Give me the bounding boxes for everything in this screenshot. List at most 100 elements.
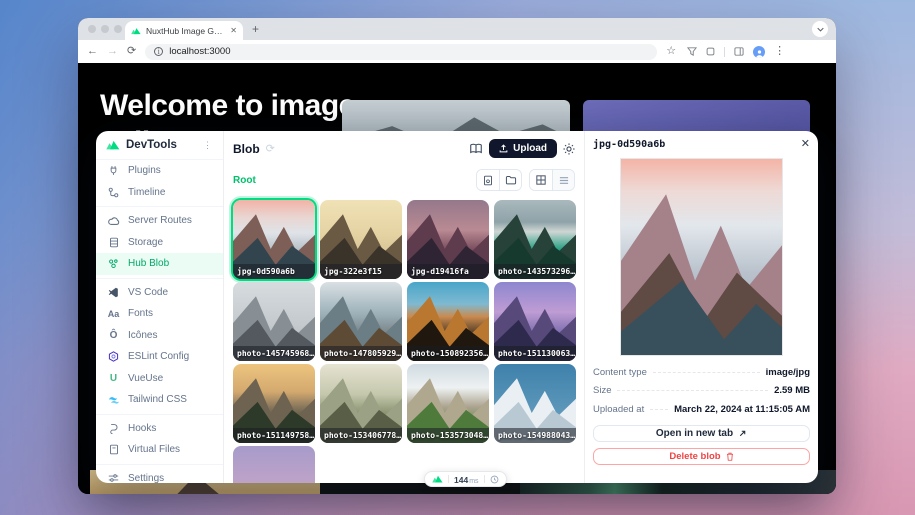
sidebar-item-timeline[interactable]: Timeline: [96, 182, 223, 204]
browser-toolbar: ← → ⟳ i localhost:3000 ☆ ⋮: [78, 40, 836, 63]
sidebar-item-label: Virtual Files: [128, 444, 180, 455]
blob-card[interactable]: photo-153573048…: [407, 364, 489, 443]
sidebar-item-label: Storage: [128, 237, 163, 248]
sidebar-item-virtual-files[interactable]: Virtual Files: [96, 439, 223, 461]
breadcrumb-root[interactable]: Root: [233, 175, 256, 186]
new-tab-button[interactable]: +: [252, 22, 259, 36]
file-icon: [107, 444, 120, 455]
tailwind-icon: [107, 396, 120, 404]
devtools-toggle-pill[interactable]: 144ms: [424, 471, 507, 487]
grid-view-icon[interactable]: [530, 170, 552, 190]
vueuse-icon: U: [107, 373, 120, 384]
blob-header: Blob ⟳ Upload Root: [224, 131, 584, 191]
blob-card[interactable]: [233, 446, 315, 483]
docs-book-icon[interactable]: [469, 143, 483, 154]
blob-card-label: photo-154988043…: [494, 428, 576, 443]
blob-card-label: photo-143573296…: [494, 264, 576, 279]
sidebar-divider: [96, 464, 223, 465]
site-info-icon[interactable]: i: [154, 47, 163, 56]
address-bar[interactable]: i localhost:3000: [145, 44, 657, 60]
side-panel-icon[interactable]: [734, 47, 744, 56]
open-in-new-tab-button[interactable]: Open in new tab: [593, 425, 810, 442]
tab-search-button[interactable]: [812, 21, 828, 37]
sidebar-item-label: Server Routes: [128, 215, 192, 226]
blob-card[interactable]: photo-154988043…: [494, 364, 576, 443]
reload-icon[interactable]: ⟳: [127, 46, 136, 57]
devtools-brand: DevTools: [126, 139, 197, 151]
blob-card[interactable]: photo-151149758…: [233, 364, 315, 443]
delete-label: Delete blob: [669, 451, 720, 462]
thumbnail-image: [233, 446, 315, 483]
upload-button[interactable]: Upload: [489, 139, 557, 158]
blob-card-label: photo-153406778…: [320, 428, 402, 443]
sidebar-item-label: Plugins: [128, 165, 161, 176]
devtools-menu-icon[interactable]: ⋮: [203, 140, 213, 151]
theme-sun-icon[interactable]: [563, 143, 575, 155]
blob-card[interactable]: photo-147805929…: [320, 282, 402, 361]
blob-card[interactable]: photo-150892356…: [407, 282, 489, 361]
sidebar-item-storage[interactable]: Storage: [96, 232, 223, 254]
sidebar-item-label: Tailwind CSS: [128, 394, 187, 405]
browser-tab[interactable]: NuxtHub Image Gallery Starte ✕: [125, 21, 243, 40]
meta-value: March 22, 2024 at 11:15:05 AM: [674, 404, 810, 415]
refresh-icon[interactable]: ⟳: [266, 142, 275, 155]
close-window-button[interactable]: [88, 25, 96, 33]
blob-card[interactable]: photo-153406778…: [320, 364, 402, 443]
sidebar-item-label: Fonts: [128, 308, 153, 319]
list-view-icon[interactable]: [552, 170, 574, 190]
detail-title: jpg-0d590a6b: [593, 139, 801, 150]
sidebar-item-label: VueUse: [128, 373, 163, 384]
blob-card[interactable]: photo-151130063…: [494, 282, 576, 361]
new-folder-icon[interactable]: [499, 170, 521, 190]
clock-icon: [490, 475, 499, 484]
sidebar-item-hooks[interactable]: Hooks: [96, 418, 223, 440]
tab-strip: NuxtHub Image Gallery Starte ✕ +: [78, 18, 836, 40]
extensions-icon[interactable]: [706, 47, 715, 56]
minimize-window-button[interactable]: [101, 25, 109, 33]
meta-label: Content type: [593, 367, 647, 378]
sidebar-item-icones[interactable]: Ô Icônes: [96, 325, 223, 347]
file-actions-group: [476, 169, 522, 191]
close-icon[interactable]: ✕: [801, 139, 810, 150]
blob-card[interactable]: jpg-d19416fa: [407, 200, 489, 279]
maximize-window-button[interactable]: [114, 25, 122, 33]
sidebar-item-label: Icônes: [128, 330, 157, 341]
browser-menu-icon[interactable]: ⋮: [774, 46, 785, 57]
blob-card[interactable]: jpg-322e3f15: [320, 200, 402, 279]
extension-filter-icon[interactable]: [687, 47, 697, 56]
meta-label: Size: [593, 385, 611, 396]
vscode-icon: [107, 287, 120, 298]
hook-icon: [107, 423, 120, 434]
blob-card-label: photo-153573048…: [407, 428, 489, 443]
fonts-icon: Aa: [107, 309, 120, 319]
sidebar-item-hub-blob[interactable]: Hub Blob: [96, 253, 223, 275]
blob-card[interactable]: photo-145745968…: [233, 282, 315, 361]
sidebar-item-vs-code[interactable]: VS Code: [96, 282, 223, 304]
window-controls[interactable]: [88, 25, 122, 33]
sidebar-item-fonts[interactable]: Aa Fonts: [96, 303, 223, 325]
blob-card-label: photo-145745968…: [233, 346, 315, 361]
tab-close-icon[interactable]: ✕: [230, 27, 237, 35]
blob-card[interactable]: photo-143573296…: [494, 200, 576, 279]
blob-card[interactable]: jpg-0d590a6b: [233, 200, 315, 279]
meta-row-size: Size 2.59 MB: [593, 382, 810, 401]
sidebar-item-eslint-config[interactable]: ESLint Config: [96, 346, 223, 368]
sidebar-divider: [96, 206, 223, 207]
sidebar-item-vueuse[interactable]: U VueUse: [96, 368, 223, 390]
meta-value: image/jpg: [766, 367, 810, 378]
delete-blob-button[interactable]: Delete blob: [593, 448, 810, 465]
sidebar-item-plugins[interactable]: Plugins: [96, 160, 223, 182]
bookmark-star-icon[interactable]: ☆: [666, 46, 676, 57]
render-time-unit: ms: [469, 478, 478, 485]
back-icon[interactable]: ←: [87, 46, 98, 57]
blob-card-label: jpg-d19416fa: [407, 264, 489, 279]
profile-avatar[interactable]: [753, 46, 765, 58]
forward-icon[interactable]: →: [107, 46, 118, 57]
blob-card-label: photo-151130063…: [494, 346, 576, 361]
sidebar-item-label: VS Code: [128, 287, 168, 298]
sidebar-item-server-routes[interactable]: Server Routes: [96, 210, 223, 232]
eslint-icon: [107, 351, 120, 362]
sidebar-item-tailwind[interactable]: Tailwind CSS: [96, 389, 223, 411]
upload-file-icon[interactable]: [477, 170, 499, 190]
sidebar-item-settings[interactable]: Settings: [96, 468, 223, 484]
